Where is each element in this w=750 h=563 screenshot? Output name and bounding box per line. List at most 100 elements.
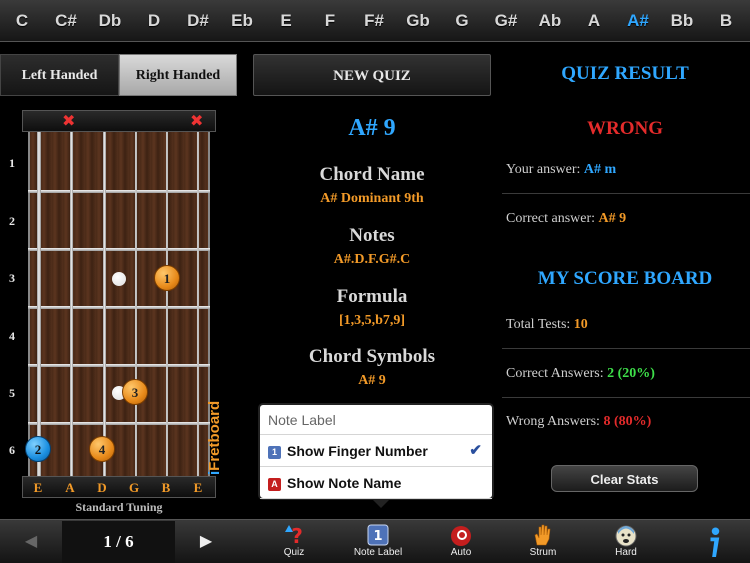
wrong-answers-value: 8 (80%): [603, 414, 652, 429]
hand-icon: [534, 524, 551, 546]
quiz-result-title: QUIZ RESULT: [561, 63, 689, 84]
show-note-name-label: Show Note Name: [287, 475, 402, 491]
x-mark-icon: ✖: [62, 111, 76, 130]
x-mark-icon: ✖: [190, 111, 204, 130]
notes-value: A#.D.F.G#.C: [333, 252, 411, 267]
key-b[interactable]: B: [704, 0, 748, 42]
key-e[interactable]: E: [264, 0, 308, 42]
fret-wire: [28, 306, 210, 309]
key-g-sharp[interactable]: G#: [484, 0, 528, 42]
key-g-flat[interactable]: Gb: [396, 0, 440, 42]
key-d-sharp[interactable]: D#: [176, 0, 220, 42]
divider: [502, 397, 750, 398]
key-d[interactable]: D: [132, 0, 176, 42]
total-tests-value: 10: [573, 317, 588, 332]
notes-heading: Notes: [349, 225, 395, 246]
fret-number: 5: [9, 386, 15, 400]
score-board-title: MY SCORE BOARD: [537, 268, 713, 289]
note-label-tool[interactable]: 1 Note Label: [343, 521, 413, 563]
checkmark-icon: ✔: [469, 442, 482, 459]
finger-dot: 3: [122, 379, 148, 405]
string-label-strip: [22, 476, 216, 498]
guitar-string: [70, 132, 73, 484]
string-label: B: [161, 480, 171, 495]
fret-wire: [28, 190, 210, 193]
fret-wire: [28, 248, 210, 251]
hard-tool[interactable]: Hard: [591, 521, 661, 563]
left-handed-button[interactable]: Left Handed: [0, 54, 119, 96]
your-answer-row: Your answer: A# m: [506, 162, 746, 178]
guitar-string: [197, 132, 199, 484]
action-toolbar: ? Quiz 1 Note Label Auto Strum Hard: [253, 521, 750, 563]
tuning-label: Standard Tuning: [75, 500, 163, 514]
key-a-sharp[interactable]: A#: [616, 0, 660, 42]
finger-dot: 1: [154, 265, 180, 291]
note-label-popover: Note Label 1 Show Finger Number ✔ A Show N…: [258, 403, 494, 508]
note-name-badge-icon: A: [268, 477, 281, 491]
key-e-flat[interactable]: Eb: [220, 0, 264, 42]
divider: [502, 348, 750, 349]
strum-tool-label: Strum: [529, 547, 557, 558]
page-indicator: 1 / 6: [62, 521, 175, 563]
show-finger-number-option[interactable]: 1 Show Finger Number ✔: [260, 435, 492, 467]
key-a-flat[interactable]: Ab: [528, 0, 572, 42]
wrong-answers-row: Wrong Answers: 8 (80%): [506, 414, 746, 430]
correct-answers-row: Correct Answers: 2 (20%): [506, 366, 746, 382]
note-label-tool-label: Note Label: [353, 547, 403, 558]
correct-answer-row: Correct answer: A# 9: [506, 211, 746, 227]
correct-answers-value: 2 (20%): [607, 366, 655, 381]
fret-wire: [28, 422, 210, 425]
show-finger-number-label: Show Finger Number: [287, 443, 428, 459]
quiz-tool-label: Quiz: [283, 547, 305, 558]
key-c-sharp[interactable]: C#: [44, 0, 88, 42]
next-page-button[interactable]: ▶: [175, 521, 237, 563]
right-arrow-icon: ▶: [199, 533, 213, 550]
auto-tool-label: Auto: [450, 547, 472, 558]
key-d-flat[interactable]: Db: [88, 0, 132, 42]
your-answer-label: Your answer:: [506, 162, 581, 177]
key-a[interactable]: A: [572, 0, 616, 42]
clear-stats-button[interactable]: Clear Stats: [551, 465, 698, 492]
fret-number: 1: [9, 156, 15, 170]
previous-page-button[interactable]: ◀: [0, 521, 62, 563]
key-f[interactable]: F: [308, 0, 352, 42]
finger-number-badge-icon: 1: [268, 445, 281, 459]
auto-play-icon: [451, 526, 471, 546]
guitar-string: [37, 132, 41, 484]
scared-face-icon: [615, 525, 637, 547]
total-tests-label: Total Tests:: [506, 317, 571, 332]
total-tests-row: Total Tests: 10: [506, 317, 746, 333]
fretboard: ✖ ✖ 1 3 4 2: [22, 110, 216, 498]
key-b-flat[interactable]: Bb: [660, 0, 704, 42]
divider: [502, 193, 750, 194]
fretboard-logo: iFretboard: [206, 400, 223, 475]
fret-inlay-marker: [112, 272, 126, 286]
finger-number-icon: 1: [367, 524, 389, 546]
key-c[interactable]: C: [0, 0, 44, 42]
key-f-sharp[interactable]: F#: [352, 0, 396, 42]
strum-tool[interactable]: Strum: [508, 521, 578, 563]
svg-text:1: 1: [373, 529, 382, 544]
question-mark-icon: ?: [285, 524, 303, 547]
chord-title: A# 9: [348, 115, 396, 141]
formula-heading: Formula: [336, 286, 408, 307]
key-g[interactable]: G: [440, 0, 484, 42]
quiz-tool[interactable]: ? Quiz: [259, 521, 329, 563]
new-quiz-button[interactable]: NEW QUIZ: [253, 54, 491, 96]
string-label: G: [128, 480, 140, 495]
guitar-string: [135, 132, 137, 484]
string-label: E: [33, 480, 43, 495]
right-handed-button[interactable]: Right Handed: [119, 54, 237, 96]
popover-title: Note Label: [260, 405, 492, 435]
string-label: A: [65, 480, 75, 495]
fret-number: 6: [9, 443, 15, 457]
left-arrow-icon: ◀: [24, 533, 38, 550]
svg-text:?: ?: [291, 524, 303, 547]
info-button[interactable]: [678, 521, 748, 563]
auto-tool[interactable]: Auto: [426, 521, 496, 563]
popover-arrow: [373, 500, 389, 508]
fret-wire: [28, 364, 210, 367]
show-note-name-option[interactable]: A Show Note Name: [260, 467, 492, 499]
quiz-verdict: WRONG: [587, 118, 663, 139]
correct-answers-label: Correct Answers:: [506, 366, 604, 381]
